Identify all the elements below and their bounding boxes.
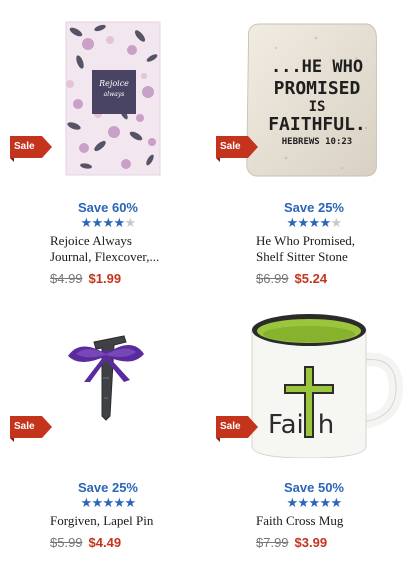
stone-line: HEBREWS 10:23 xyxy=(281,137,353,147)
product-title-link[interactable]: Rejoice Always Journal, Flexcover,... xyxy=(50,233,200,265)
rating-stars: ★★★★★ xyxy=(252,496,376,510)
star-empty-icon: ★ xyxy=(330,215,343,230)
product-card[interactable]: Rejoice always Sale Save 60% ★★★★★ Rejoi… xyxy=(0,0,206,286)
stone-line: IS xyxy=(308,99,326,115)
product-grid: Rejoice always Sale Save 60% ★★★★★ Rejoi… xyxy=(0,0,412,563)
star-filled-icon: ★ xyxy=(308,215,321,230)
star-filled-icon: ★ xyxy=(286,495,299,510)
star-filled-icon: ★ xyxy=(330,495,343,510)
rating-stars: ★★★★★ xyxy=(46,216,170,230)
price-row: $5.99 $4.49 xyxy=(50,535,200,551)
original-price: $5.99 xyxy=(50,535,83,550)
nail-lapel-pin-image xyxy=(68,335,144,421)
stone-line: ...HE WHO xyxy=(270,57,364,77)
sale-badge: Sale xyxy=(10,416,52,442)
product-image[interactable]: Fai h xyxy=(246,298,404,459)
product-image[interactable]: Rejoice always xyxy=(40,18,174,178)
product-title-link[interactable]: Faith Cross Mug xyxy=(256,513,406,529)
star-filled-icon: ★ xyxy=(308,495,321,510)
star-filled-icon: ★ xyxy=(319,495,332,510)
star-filled-icon: ★ xyxy=(113,495,126,510)
sale-badge: Sale xyxy=(216,136,258,162)
star-filled-icon: ★ xyxy=(102,495,115,510)
discount-label: Save 60% xyxy=(78,200,138,215)
star-filled-icon: ★ xyxy=(113,215,126,230)
star-filled-icon: ★ xyxy=(286,215,299,230)
star-filled-icon: ★ xyxy=(80,215,93,230)
discount-label: Save 50% xyxy=(284,480,344,495)
product-image[interactable]: ...HE WHO PROMISED IS FAITHFUL. HEBREWS … xyxy=(246,18,380,178)
star-filled-icon: ★ xyxy=(80,495,93,510)
rating-stars: ★★★★★ xyxy=(46,496,170,510)
journal-cover-line: Rejoice xyxy=(99,79,129,88)
mug-text: Fai h xyxy=(268,410,334,440)
sale-badge: Sale xyxy=(10,136,52,162)
mug-text-part: Fai xyxy=(268,410,304,440)
product-info: Save 60% ★★★★★ Rejoice Always Journal, F… xyxy=(50,200,200,287)
stone-line: FAITHFUL. xyxy=(268,114,366,135)
discount-label: Save 25% xyxy=(78,480,138,495)
product-info: Save 25% ★★★★★ He Who Promised, Shelf Si… xyxy=(256,200,406,287)
product-info: Save 50% ★★★★★ Faith Cross Mug $7.99 $3.9… xyxy=(256,480,406,551)
star-filled-icon: ★ xyxy=(102,215,115,230)
star-filled-icon: ★ xyxy=(91,215,104,230)
star-filled-icon: ★ xyxy=(297,495,310,510)
product-card[interactable]: Fai h Sale Save 50% ★★★★★ Faith Cross Mug… xyxy=(206,280,412,560)
star-filled-icon: ★ xyxy=(297,215,310,230)
price-row: $7.99 $3.99 xyxy=(256,535,406,551)
sale-price: $4.49 xyxy=(88,535,122,550)
discount-label: Save 25% xyxy=(284,200,344,215)
journal-cover-line: always xyxy=(103,91,125,98)
mug-text-part: h xyxy=(317,410,335,440)
product-info: Save 25% ★★★★★ Forgiven, Lapel Pin $5.99… xyxy=(50,480,200,551)
sale-badge: Sale xyxy=(216,416,258,442)
stone-inscription: ...HE WHO PROMISED IS FAITHFUL. HEBREWS … xyxy=(254,56,380,148)
journal-cover-text: Rejoice always xyxy=(92,78,136,100)
stone-line: PROMISED xyxy=(273,78,361,99)
product-title-link[interactable]: He Who Promised, Shelf Sitter Stone xyxy=(256,233,406,265)
star-filled-icon: ★ xyxy=(91,495,104,510)
product-image[interactable] xyxy=(40,298,174,458)
original-price: $7.99 xyxy=(256,535,289,550)
rating-stars: ★★★★★ xyxy=(252,216,376,230)
product-card[interactable]: Sale Save 25% ★★★★★ Forgiven, Lapel Pin … xyxy=(0,280,206,560)
product-card[interactable]: ...HE WHO PROMISED IS FAITHFUL. HEBREWS … xyxy=(206,0,412,286)
sale-price: $3.99 xyxy=(294,535,328,550)
star-empty-icon: ★ xyxy=(124,215,137,230)
product-title-link[interactable]: Forgiven, Lapel Pin xyxy=(50,513,200,529)
star-filled-icon: ★ xyxy=(124,495,137,510)
star-filled-icon: ★ xyxy=(319,215,332,230)
